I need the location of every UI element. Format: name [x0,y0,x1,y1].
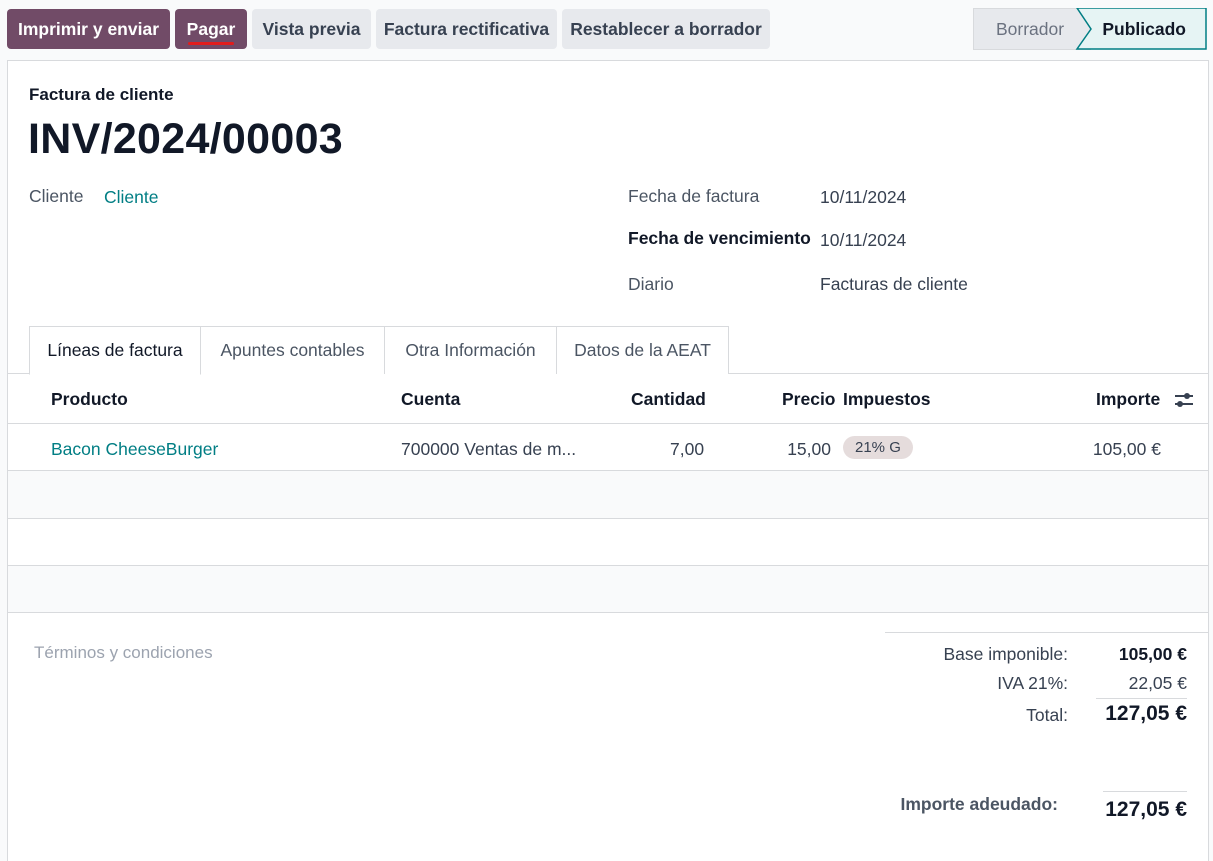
total-value: 127,05 € [1105,702,1187,725]
table-header-row [8,374,1208,424]
tab-invoice-lines-label: Líneas de factura [47,340,183,360]
pay-label: Pagar [186,18,236,39]
invoice-type-label: Factura de cliente [29,85,174,104]
due-date-label: Fecha de vencimiento [628,228,811,248]
invoice-form-sheet: Factura de cliente INV/2024/00003 Client… [7,60,1209,861]
pay-button[interactable]: Pagar [175,9,247,49]
empty-row[interactable] [8,519,1208,566]
status-posted[interactable]: Publicado [1077,8,1207,50]
print-and-send-button[interactable]: Imprimir y enviar [7,9,170,49]
preview-button[interactable]: Vista previa [252,9,371,49]
vat-label: IVA 21%: [997,673,1068,693]
col-header-taxes[interactable]: Impuestos [843,389,931,410]
tab-other-info-label: Otra Información [405,340,536,360]
empty-row[interactable] [8,471,1208,519]
total-divider [1096,698,1187,699]
journal-field[interactable]: Facturas de cliente [820,274,968,295]
tab-invoice-lines[interactable]: Líneas de factura [29,326,201,375]
line-product[interactable]: Bacon CheeseBurger [51,439,218,460]
red-underline-annotation [188,42,234,45]
credit-note-label: Factura rectificativa [383,18,550,39]
tab-journal-items[interactable]: Apuntes contables [200,326,385,374]
amount-due-value: 127,05 € [1105,798,1187,821]
line-price[interactable]: 15,00 [783,439,831,460]
vat-value: 22,05 € [1128,673,1187,693]
invoice-number: INV/2024/00003 [28,115,344,163]
amount-due-label: Importe adeudado: [900,794,1058,814]
status-bar: Borrador Publicado [973,8,1207,50]
total-label: Total: [1026,705,1068,725]
tax-badge[interactable]: 21% G [843,436,913,459]
tab-other-info[interactable]: Otra Información [384,326,557,374]
customer-link[interactable]: Cliente [104,187,158,208]
line-quantity[interactable]: 7,00 [670,439,704,460]
tab-aeat-data-label: Datos de la AEAT [574,340,711,360]
amount-due-divider [1103,791,1187,792]
preview-label: Vista previa [262,18,361,39]
untaxed-amount-value: 105,00 € [1118,644,1187,664]
tab-aeat-data[interactable]: Datos de la AEAT [556,326,729,374]
terms-and-conditions-input[interactable]: Términos y condiciones [34,643,213,663]
col-header-amount[interactable]: Importe [1096,389,1160,410]
col-header-price[interactable]: Precio [782,389,836,410]
credit-note-button[interactable]: Factura rectificativa [376,9,557,49]
tab-journal-items-label: Apuntes contables [220,340,365,360]
col-header-account[interactable]: Cuenta [401,389,460,410]
col-header-quantity[interactable]: Cantidad [631,389,706,410]
journal-label: Diario [628,274,674,294]
customer-label: Cliente [29,186,84,206]
untaxed-amount-label: Base imponible: [943,644,1068,664]
empty-row[interactable] [8,566,1208,613]
col-header-product[interactable]: Producto [51,389,128,410]
status-posted-label: Publicado [1102,18,1186,39]
totals-top-divider [885,632,1208,633]
tax-badge-label: 21% G [855,439,901,456]
invoice-date-label: Fecha de factura [628,186,760,206]
due-date-field[interactable]: 10/11/2024 [820,230,906,251]
print-and-send-label: Imprimir y enviar [17,18,160,39]
invoice-date-field[interactable]: 10/11/2024 [820,187,906,208]
reset-to-draft-label: Restablecer a borrador [570,18,762,39]
line-amount[interactable]: 105,00 € [1068,439,1161,460]
reset-to-draft-button[interactable]: Restablecer a borrador [562,9,770,49]
line-account[interactable]: 700000 Ventas de m... [401,439,576,460]
optional-columns-icon[interactable] [1173,391,1195,409]
